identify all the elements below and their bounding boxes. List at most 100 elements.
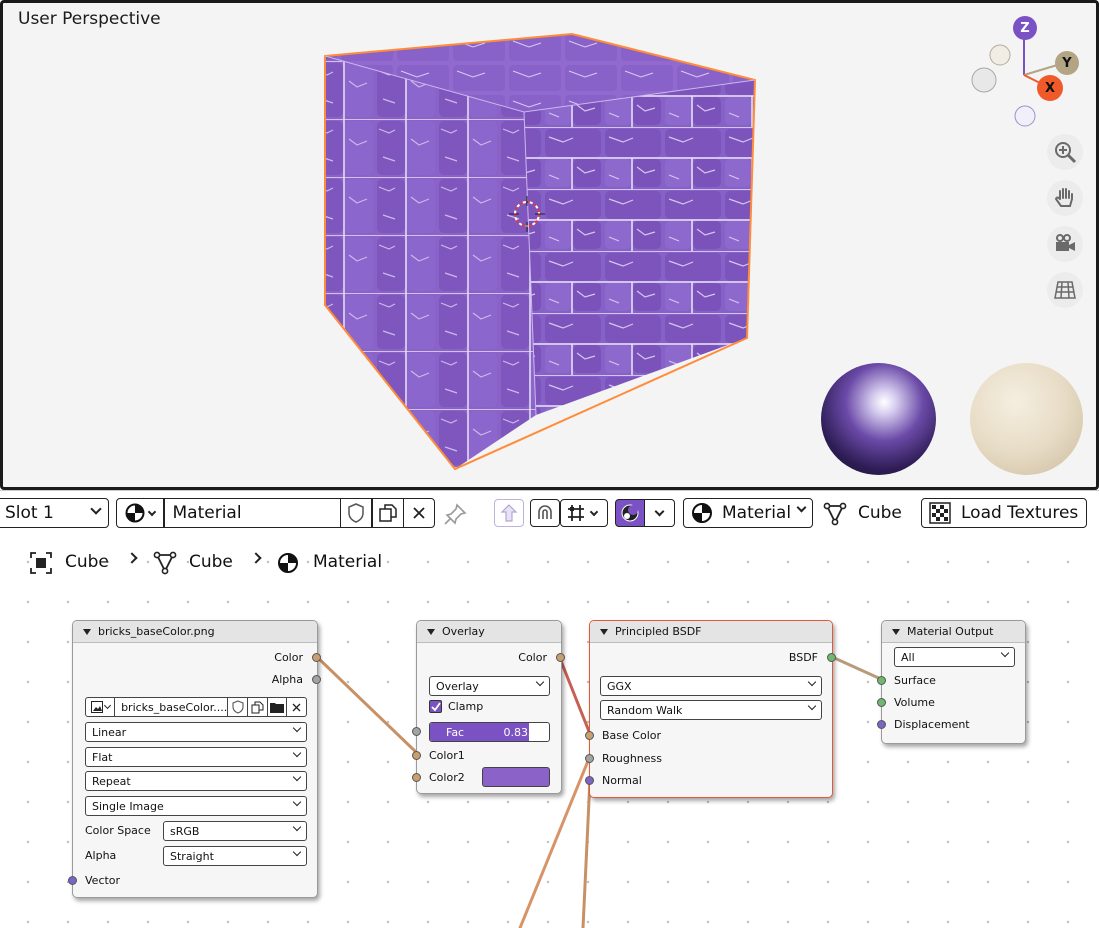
close-icon[interactable] bbox=[404, 506, 434, 520]
clamp-checkbox[interactable]: Clamp bbox=[429, 700, 483, 713]
camera-icon[interactable] bbox=[1047, 226, 1083, 262]
chevron-down-icon bbox=[1000, 648, 1010, 658]
duplicate-icon[interactable] bbox=[373, 503, 403, 523]
projection-dropdown[interactable]: Flat bbox=[85, 747, 307, 767]
socket-alpha-out[interactable] bbox=[312, 675, 321, 684]
breadcrumb-object[interactable]: Cube bbox=[65, 552, 109, 572]
node-header[interactable]: Overlay bbox=[417, 621, 561, 643]
node-header[interactable]: Material Output bbox=[882, 621, 1025, 643]
chevron-right-icon bbox=[250, 552, 262, 564]
source-dropdown[interactable]: Single Image bbox=[85, 796, 307, 816]
hand-pan-icon[interactable] bbox=[1047, 180, 1083, 216]
principled-bsdf-node[interactable]: Principled BSDF BSDF GGX Random Walk Bas… bbox=[585, 620, 836, 798]
node-editor[interactable]: Cube Cube Material bricks_baseColor.png … bbox=[0, 534, 1099, 928]
distribution-dropdown[interactable]: GGX bbox=[600, 676, 822, 696]
color-space-label: Color Space bbox=[85, 824, 151, 837]
chevron-down-icon bbox=[535, 677, 545, 687]
3d-viewport[interactable]: User Perspective Z Y X bbox=[0, 0, 1099, 490]
lookdev-preview-sphere bbox=[970, 363, 1083, 475]
material-output-node[interactable]: Material Output All Surface Volume Displ… bbox=[877, 620, 1026, 744]
duplicate-icon[interactable] bbox=[248, 701, 267, 714]
chevron-down-icon bbox=[292, 847, 302, 857]
object-label: Cube bbox=[858, 503, 902, 523]
image-datablock-field[interactable]: bricks_baseColor.... bbox=[85, 697, 307, 717]
input-color1: Color1 bbox=[429, 748, 465, 762]
mesh-data-icon bbox=[823, 502, 847, 526]
output-bsdf: BSDF bbox=[788, 650, 818, 664]
material-selector[interactable]: Material bbox=[116, 498, 435, 528]
axis-y-icon[interactable]: Y bbox=[1055, 51, 1079, 75]
overlay-dropdown[interactable] bbox=[645, 499, 675, 527]
breadcrumb-material[interactable]: Material bbox=[313, 552, 382, 572]
fake-user-shield-icon[interactable] bbox=[228, 700, 247, 714]
output-alpha: Alpha bbox=[271, 672, 303, 686]
socket-fac-in[interactable] bbox=[412, 727, 421, 736]
color2-swatch[interactable] bbox=[482, 767, 550, 787]
material-browse-button[interactable] bbox=[117, 503, 163, 523]
mesh-data-icon bbox=[153, 551, 177, 575]
parent-tree-icon[interactable] bbox=[494, 499, 524, 527]
zoom-icon[interactable] bbox=[1047, 134, 1083, 170]
overlay-toggle-icon[interactable] bbox=[615, 499, 645, 527]
image-texture-node[interactable]: bricks_baseColor.png Color Alpha bricks_… bbox=[68, 620, 321, 898]
chevron-down-icon bbox=[147, 507, 157, 516]
chevron-down-icon bbox=[292, 797, 302, 807]
snap-grid-icon bbox=[568, 505, 584, 521]
slot-dropdown[interactable]: Slot 1 bbox=[0, 498, 109, 528]
node-editor-header: Slot 1 Material Material Cube Load Textu… bbox=[0, 490, 1099, 534]
socket-bsdf-out[interactable] bbox=[827, 653, 836, 662]
node-header[interactable]: bricks_baseColor.png bbox=[73, 621, 317, 643]
collapse-icon[interactable] bbox=[892, 628, 900, 635]
checkmark-icon bbox=[429, 700, 442, 713]
chevron-down-icon bbox=[807, 677, 817, 687]
axis-z-icon[interactable]: Z bbox=[1013, 16, 1037, 40]
chevron-right-icon bbox=[126, 552, 138, 564]
node-header[interactable]: Principled BSDF bbox=[590, 621, 832, 643]
material-sphere-icon bbox=[278, 553, 298, 573]
subsurface-method-dropdown[interactable]: Random Walk bbox=[600, 700, 822, 720]
color-space-dropdown[interactable]: sRGB bbox=[163, 821, 307, 841]
chevron-down-icon bbox=[654, 506, 665, 516]
chevron-down-icon bbox=[90, 503, 102, 515]
image-browse-button[interactable] bbox=[86, 701, 114, 713]
load-textures-button[interactable]: Load Textures bbox=[921, 498, 1087, 528]
chevron-down-icon bbox=[103, 701, 111, 710]
grid-ortho-icon[interactable] bbox=[1047, 272, 1083, 308]
material-name-field[interactable]: Material bbox=[165, 503, 340, 523]
collapse-icon[interactable] bbox=[83, 628, 91, 635]
alpha-mode-dropdown[interactable]: Straight bbox=[163, 846, 307, 866]
axis-x-icon[interactable]: X bbox=[1037, 75, 1063, 101]
collapse-icon[interactable] bbox=[600, 628, 608, 635]
socket-color-out[interactable] bbox=[312, 653, 321, 662]
interpolation-dropdown[interactable]: Linear bbox=[85, 722, 307, 742]
input-vector: Vector bbox=[85, 873, 121, 887]
socket-color-out[interactable] bbox=[556, 653, 565, 662]
chevron-down-icon bbox=[807, 701, 817, 711]
chevron-down-icon bbox=[292, 822, 302, 832]
fake-user-shield-icon[interactable] bbox=[341, 503, 371, 523]
material-sphere-icon bbox=[692, 503, 712, 523]
folder-icon[interactable] bbox=[268, 701, 287, 713]
fac-slider[interactable]: Fac 0.833 bbox=[429, 722, 550, 742]
overlay-mix-node[interactable]: Overlay Color Overlay Clamp Fac 0.833 Co… bbox=[412, 620, 565, 794]
image-icon bbox=[90, 701, 103, 713]
object-icon bbox=[30, 552, 52, 574]
input-normal: Normal bbox=[602, 773, 642, 787]
blend-mode-dropdown[interactable]: Overlay bbox=[429, 676, 550, 696]
extension-dropdown[interactable]: Repeat bbox=[85, 771, 307, 791]
snap-magnet-icon[interactable] bbox=[530, 499, 560, 527]
shading-mode-dropdown[interactable]: Material bbox=[683, 498, 813, 528]
breadcrumb-mesh[interactable]: Cube bbox=[189, 552, 233, 572]
output-color: Color bbox=[518, 650, 547, 664]
collapse-icon[interactable] bbox=[427, 628, 435, 635]
chevron-down-icon bbox=[292, 748, 302, 758]
snap-grid-dropdown[interactable] bbox=[560, 499, 608, 527]
pin-icon[interactable] bbox=[443, 503, 467, 529]
output-target-dropdown[interactable]: All bbox=[894, 647, 1015, 667]
chevron-down-icon bbox=[589, 507, 599, 516]
input-base-color: Base Color bbox=[602, 728, 662, 742]
material-sphere-icon bbox=[125, 503, 145, 523]
close-icon[interactable] bbox=[287, 703, 306, 712]
chevron-down-icon bbox=[292, 723, 302, 733]
hdri-preview-sphere bbox=[821, 363, 936, 475]
